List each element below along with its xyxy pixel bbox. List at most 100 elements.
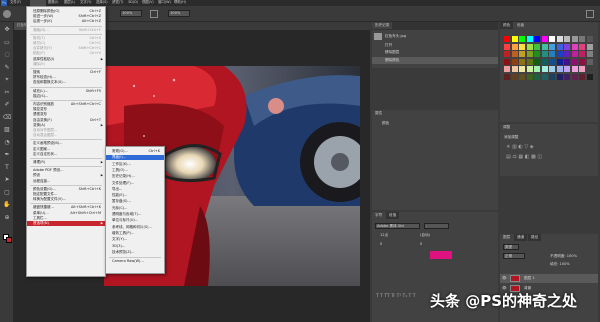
color-swatch[interactable] [564, 43, 570, 50]
adjustment-icons-row2[interactable]: ▤ ⚖ ▦ ◧ ▩ ◫ [506, 154, 592, 160]
background-color-swatch[interactable] [6, 237, 12, 243]
paragraph-tab[interactable]: 段落 [386, 212, 400, 219]
color-swatch[interactable] [579, 73, 585, 80]
type-tool-icon[interactable]: T [2, 164, 12, 172]
lasso-tool-icon[interactable]: ◌ [2, 51, 12, 59]
color-swatch[interactable] [571, 66, 578, 72]
color-swatch[interactable] [564, 36, 570, 42]
preferences-menu-item[interactable]: 界面(I)... [106, 155, 164, 161]
color-swatch[interactable] [586, 43, 593, 50]
color-swatch[interactable] [519, 36, 525, 42]
color-swatch[interactable] [556, 36, 563, 42]
zoom-tool-icon[interactable]: ⊕ [2, 214, 12, 222]
airbrush-icon[interactable] [150, 10, 158, 18]
paths-tab[interactable]: 路径 [528, 234, 542, 241]
color-swatch[interactable] [511, 73, 518, 80]
layer-row[interactable]: 👁 图层 1 [500, 274, 598, 283]
color-swatch[interactable] [564, 51, 570, 57]
edit-menu-item[interactable]: 首选项(N) ▶ [27, 221, 105, 227]
marquee-tool-icon[interactable]: ▭ [2, 39, 12, 47]
color-swatch[interactable] [586, 36, 593, 42]
layers-tab[interactable]: 图层 [500, 234, 514, 241]
history-state[interactable]: 删除颜色 [372, 57, 498, 64]
preferences-menu-item[interactable]: 增效工具(P)... [106, 231, 164, 236]
visibility-eye-icon[interactable]: 👁 [502, 276, 507, 281]
color-swatch[interactable] [504, 51, 510, 57]
color-tab[interactable]: 颜色 [500, 22, 514, 29]
edit-menu-item[interactable]: 查找和替换文本(X)... [27, 80, 105, 85]
color-swatch[interactable] [519, 43, 525, 50]
edit-menu-item[interactable]: 转换为配置文件(V)... [27, 197, 105, 202]
edit-menu-item[interactable]: 清理(R) ▶ [27, 160, 105, 165]
text-color-swatch[interactable] [430, 251, 452, 259]
preferences-menu-item[interactable]: 光标(C)... [106, 206, 164, 211]
color-swatch[interactable] [534, 36, 540, 42]
color-swatch[interactable] [541, 43, 548, 50]
color-swatch[interactable] [571, 43, 578, 50]
color-swatch[interactable] [541, 51, 548, 57]
layer-fill[interactable]: 填充: 100% [550, 262, 570, 267]
color-swatch[interactable] [564, 73, 570, 80]
preferences-menu-item[interactable]: 文字(Y)... [106, 237, 164, 242]
color-swatch[interactable] [504, 36, 510, 42]
menu-3[interactable]: 图像(I) [48, 0, 58, 4]
color-swatch[interactable] [511, 66, 518, 72]
color-swatch[interactable] [549, 73, 555, 80]
snapshot-thumb[interactable] [374, 33, 382, 40]
workspace-icon[interactable] [586, 10, 594, 18]
color-swatch[interactable] [549, 66, 555, 72]
color-swatch[interactable] [579, 43, 585, 50]
adjustment-icons-row1[interactable]: ☀ ▥ ◐ ▽ ◈ [506, 144, 592, 150]
path-select-tool-icon[interactable]: ➤ [2, 176, 12, 184]
character-tab[interactable]: 字符 [372, 212, 386, 219]
preferences-menu-item[interactable]: 工作区(K)... [106, 162, 164, 167]
history-tab[interactable]: 历史记录 [372, 22, 393, 29]
preferences-menu-item[interactable]: 3D(3)... [106, 244, 164, 249]
color-swatch[interactable] [556, 43, 563, 50]
preferences-menu-item[interactable]: 技术预览(Z)... [106, 250, 164, 255]
preferences-menu-item[interactable]: 参考线、网格和切片(S)... [106, 225, 164, 230]
preferences-menu-item[interactable]: 单位与标尺(U)... [106, 218, 164, 223]
color-swatch[interactable] [571, 51, 578, 57]
channels-tab[interactable]: 通道 [514, 234, 528, 241]
color-swatch[interactable] [586, 51, 593, 57]
crop-tool-icon[interactable]: ⌖ [2, 76, 12, 84]
tracking-value[interactable]: 0 [420, 242, 422, 247]
color-swatch[interactable] [556, 66, 563, 72]
gradient-tool-icon[interactable]: ▨ [2, 126, 12, 134]
edit-menu-item[interactable]: 远程连接... [27, 179, 105, 184]
eraser-tool-icon[interactable]: ⌫ [2, 114, 12, 122]
color-swatch[interactable] [511, 36, 518, 42]
menu-11[interactable]: 帮助(H) [174, 0, 186, 4]
color-swatch[interactable] [586, 66, 593, 72]
preferences-menu-item[interactable]: 暂存盘(S)... [106, 199, 164, 204]
color-swatch[interactable] [526, 51, 533, 57]
color-swatch[interactable] [579, 58, 585, 65]
color-swatch[interactable] [541, 58, 548, 65]
color-swatch[interactable] [526, 73, 533, 80]
color-swatch[interactable] [534, 51, 540, 57]
menu-4[interactable]: 图层(L) [64, 0, 75, 4]
color-swatch[interactable] [549, 43, 555, 50]
color-swatch[interactable] [504, 58, 510, 65]
hand-tool-icon[interactable]: ✋ [2, 201, 12, 209]
color-swatch[interactable] [519, 66, 525, 72]
preferences-menu-item[interactable]: Camera Raw(W)... [106, 259, 164, 264]
kerning-value[interactable]: 0 [380, 242, 382, 247]
color-swatch[interactable] [511, 58, 518, 65]
quick-select-tool-icon[interactable]: ✎ [2, 64, 12, 72]
color-swatch[interactable] [534, 43, 540, 50]
color-swatch[interactable] [511, 51, 518, 57]
color-swatch[interactable] [541, 66, 548, 72]
menu-9[interactable]: 视图(V) [142, 0, 154, 4]
color-swatch[interactable] [586, 58, 593, 65]
menu-7[interactable]: 滤镜(T) [112, 0, 124, 4]
color-swatch[interactable] [541, 36, 548, 42]
color-swatch[interactable] [526, 36, 533, 42]
color-swatch[interactable] [556, 73, 563, 80]
pen-tool-icon[interactable]: ✒ [2, 151, 12, 159]
color-swatch[interactable] [556, 51, 563, 57]
color-swatch[interactable] [549, 36, 555, 42]
color-swatch[interactable] [504, 66, 510, 72]
preferences-menu-item[interactable]: 文件处理(F)... [106, 181, 164, 186]
